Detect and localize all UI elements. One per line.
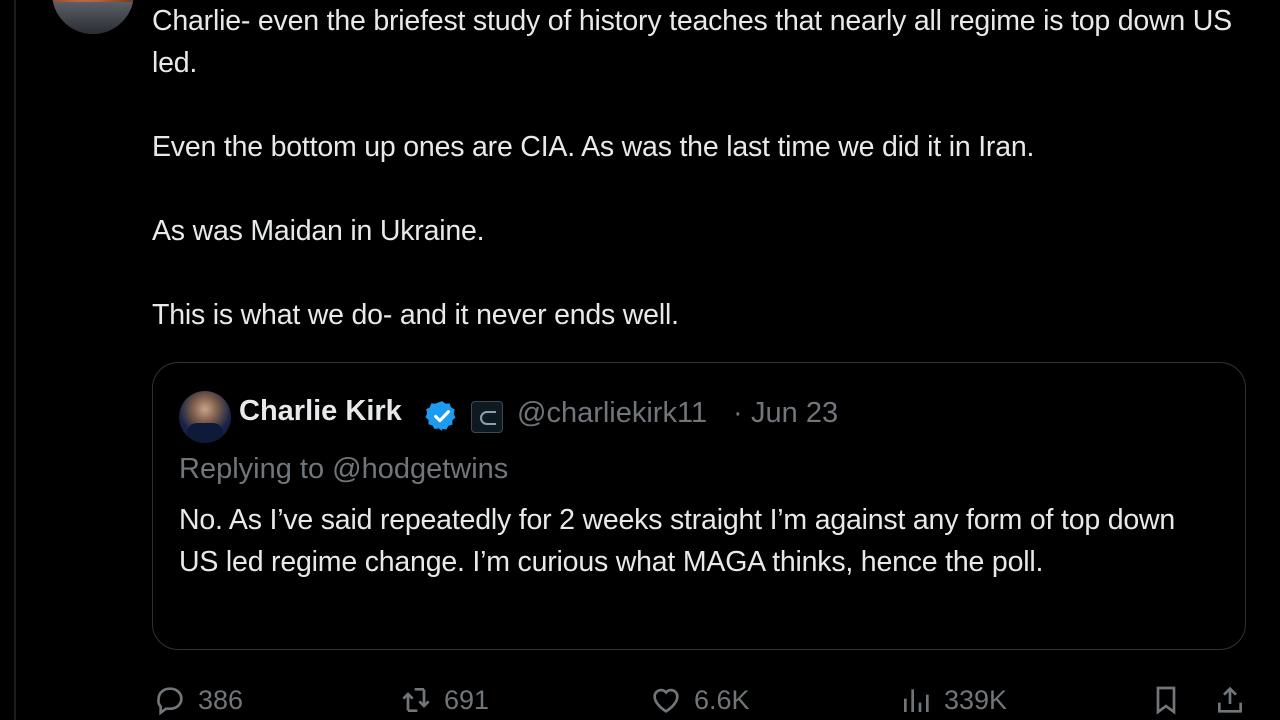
author-avatar[interactable] [52, 0, 134, 34]
quoted-tweet-card[interactable]: Charlie Kirk @charliekirk11 · Jun 23 Rep… [152, 362, 1246, 650]
bookmark-button[interactable] [1150, 680, 1182, 720]
heart-icon [653, 688, 679, 713]
replying-to: Replying to @hodgetwins [179, 453, 508, 486]
repost-count: 691 [444, 684, 490, 715]
replying-prefix: Replying to [179, 453, 333, 485]
tweet-actions-bar: 386 691 6.6K 339K [0, 680, 1280, 720]
avatar-suit [187, 423, 223, 443]
like-count: 6.6K [694, 684, 750, 715]
reply-button[interactable]: 386 [154, 680, 243, 720]
quoted-author-name[interactable]: Charlie Kirk [239, 395, 402, 428]
tweet-paragraph: This is what we do- and it never ends we… [152, 299, 679, 331]
repost-icon [402, 688, 430, 712]
tweet-paragraph: Charlie- even the briefest study of hist… [152, 5, 1232, 79]
views-icon [904, 689, 929, 712]
meta-separator: · [733, 397, 743, 429]
repost-button[interactable]: 691 [400, 680, 489, 720]
bookmark-icon [1156, 686, 1176, 715]
views-button[interactable]: 339K [900, 680, 1007, 720]
reply-icon [157, 687, 183, 716]
share-button[interactable] [1214, 680, 1246, 720]
avatar-shirt [52, 2, 134, 34]
replying-to-handle[interactable]: @hodgetwins [332, 453, 508, 485]
reply-count: 386 [198, 684, 244, 715]
like-button[interactable]: 6.6K [650, 680, 750, 720]
verified-badge-icon [425, 401, 456, 431]
affiliation-badge-icon[interactable] [471, 401, 503, 433]
quoted-tweet-date[interactable]: Jun 23 [751, 397, 838, 430]
tweet-paragraph: As was Maidan in Ukraine. [152, 215, 485, 247]
quoted-tweet-text: No. As I’ve said repeatedly for 2 weeks … [179, 504, 1176, 578]
views-count: 339K [944, 684, 1008, 715]
quoted-author-handle[interactable]: @charliekirk11 [517, 397, 707, 430]
quoted-author-avatar[interactable] [179, 391, 231, 443]
tweet-paragraph: Even the bottom up ones are CIA. As was … [152, 131, 1035, 163]
tweet-text: Charlie- even the briefest study of hist… [152, 0, 1242, 336]
share-icon [1218, 686, 1242, 713]
thread-line [14, 0, 16, 720]
